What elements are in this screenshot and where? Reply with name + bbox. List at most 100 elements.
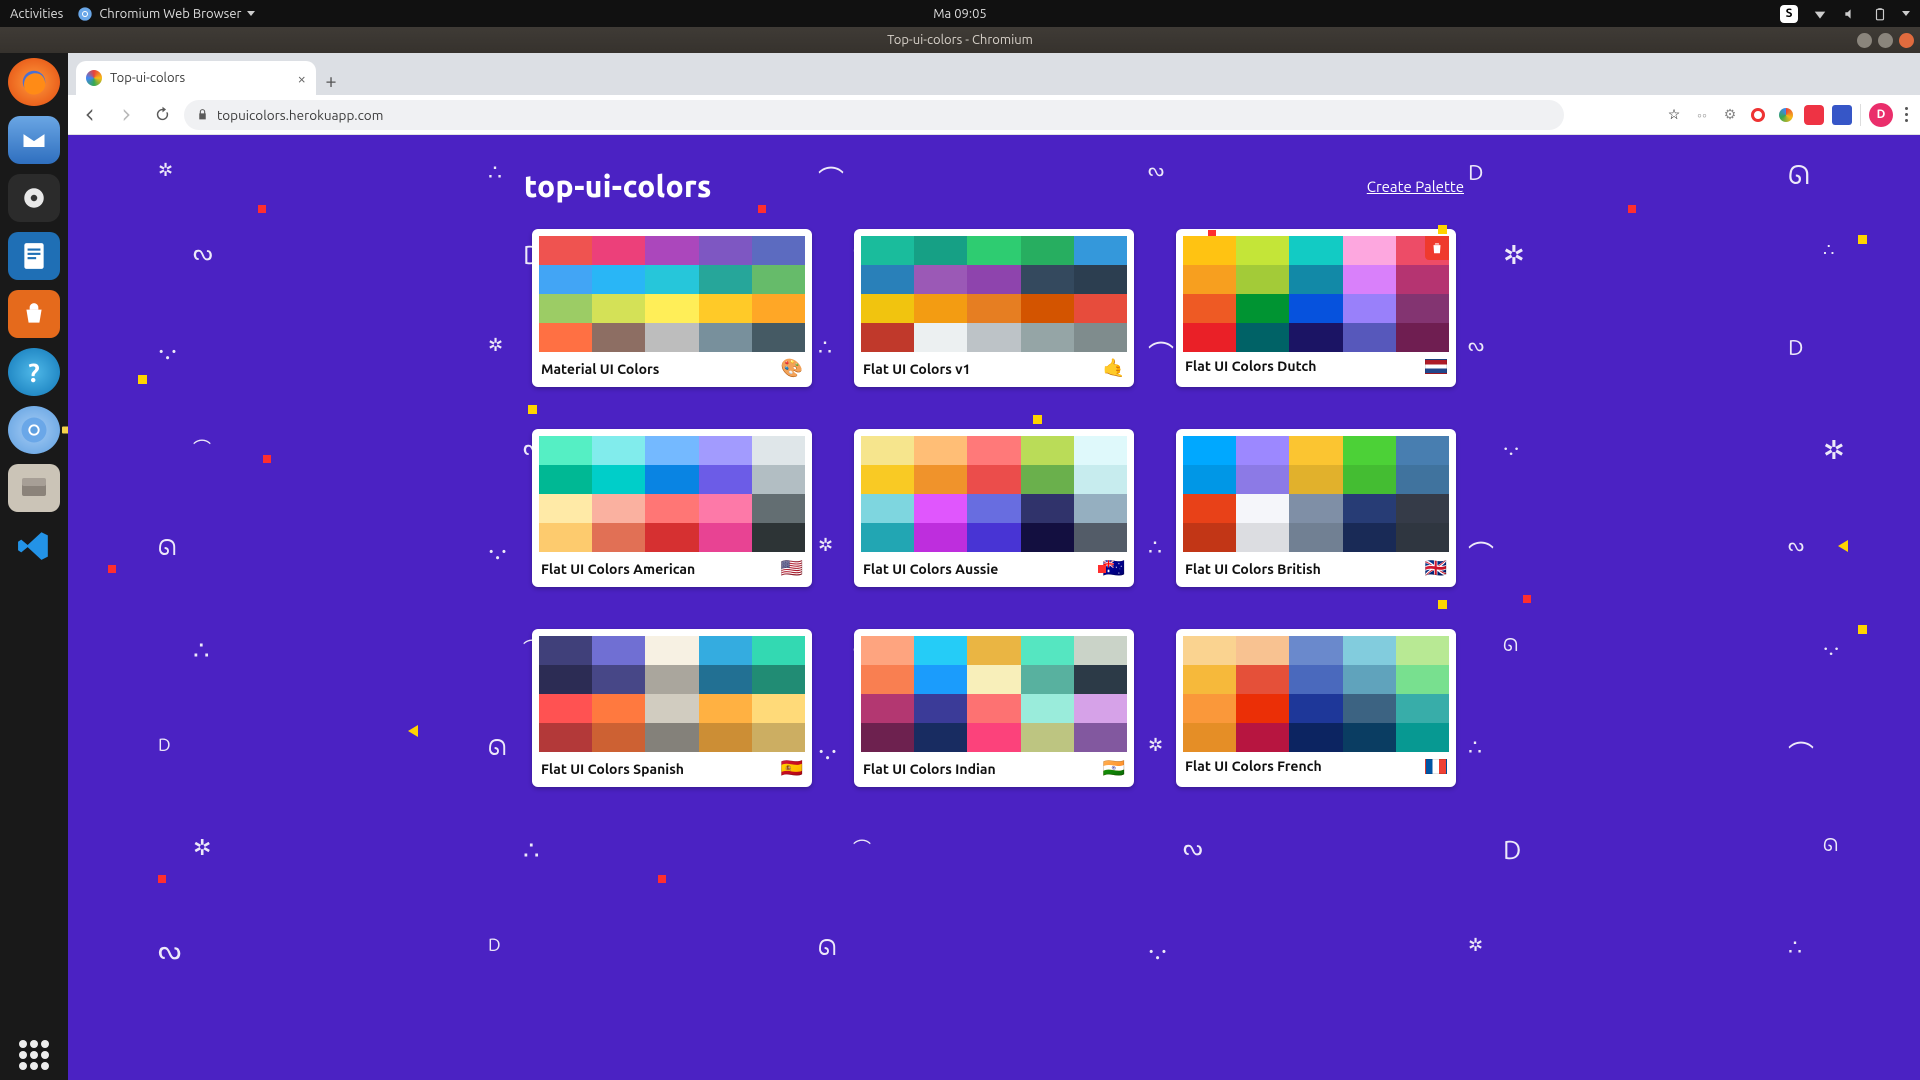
extension-settings-icon[interactable]: ⚙ xyxy=(1720,105,1740,125)
page-viewport: ✲∴⌒ᔓDᘏᔓDᘏ·.·✲∴·.·✲∴⌒ᔓD⌒ᔓDᘏ·.·✲ᘏ·.·✲∴⌒ᔓ∴⌒… xyxy=(68,135,1920,1080)
color-swatch xyxy=(1289,265,1342,294)
dock-firefox[interactable] xyxy=(8,58,60,106)
lock-icon xyxy=(196,108,209,121)
profile-avatar[interactable]: D xyxy=(1869,103,1893,127)
color-swatch xyxy=(1021,523,1074,552)
background-doodle: D xyxy=(158,735,171,755)
skype-indicator-icon[interactable]: S xyxy=(1780,5,1798,23)
palette-card[interactable]: Flat UI Colors British🇬🇧 xyxy=(1176,429,1456,587)
dock-chromium[interactable] xyxy=(8,406,60,454)
dock-libreoffice-writer[interactable] xyxy=(8,232,60,280)
clock[interactable]: Ma 09:05 xyxy=(933,7,986,21)
color-swatch xyxy=(1343,294,1396,323)
browser-menu-button[interactable] xyxy=(1901,103,1912,126)
color-swatch xyxy=(861,665,914,694)
address-bar[interactable]: topuicolors.herokuapp.com xyxy=(184,100,1564,130)
color-swatch xyxy=(699,436,752,465)
extension-icon[interactable]: ◦◦ xyxy=(1692,105,1712,125)
background-doodle: ✲ xyxy=(1503,240,1525,271)
color-swatch xyxy=(1289,323,1342,352)
dock-files[interactable] xyxy=(8,464,60,512)
new-tab-button[interactable]: + xyxy=(316,65,346,95)
color-swatch xyxy=(1396,494,1449,523)
color-swatch xyxy=(967,636,1020,665)
palette-card[interactable]: Flat UI Colors Aussie🇦🇺 xyxy=(854,429,1134,587)
show-applications-button[interactable] xyxy=(0,1040,68,1070)
delete-palette-button[interactable] xyxy=(1425,236,1449,260)
forward-button[interactable] xyxy=(112,101,140,129)
tab-title: Top-ui-colors xyxy=(110,71,185,85)
window-minimize-button[interactable] xyxy=(1857,33,1872,48)
palette-card[interactable]: Material UI Colors🎨 xyxy=(532,229,812,387)
extension-icon[interactable] xyxy=(1832,105,1852,125)
extension-icon[interactable] xyxy=(1748,105,1768,125)
back-button[interactable] xyxy=(76,101,104,129)
color-swatch xyxy=(1343,636,1396,665)
palette-card[interactable]: Flat UI Colors Dutch xyxy=(1176,229,1456,387)
palette-card[interactable]: Flat UI Colors French xyxy=(1176,629,1456,787)
background-doodle xyxy=(108,565,116,573)
background-doodle: ᘏ xyxy=(818,935,836,961)
background-doodle: ∴ xyxy=(488,160,502,186)
palette-card[interactable]: Flat UI Colors v1🤙 xyxy=(854,229,1134,387)
background-doodle: ✲ xyxy=(193,835,211,861)
dock-thunderbird[interactable] xyxy=(8,116,60,164)
color-swatch xyxy=(1396,265,1449,294)
tab-close-button[interactable]: × xyxy=(298,70,306,87)
url-text: topuicolors.herokuapp.com xyxy=(217,107,383,123)
color-swatch xyxy=(861,294,914,323)
color-swatch xyxy=(1289,236,1342,265)
palette-card[interactable]: Flat UI Colors Indian🇮🇳 xyxy=(854,629,1134,787)
extension-icon[interactable] xyxy=(1804,105,1824,125)
tab-active[interactable]: Top-ui-colors × xyxy=(76,61,316,95)
color-swatch xyxy=(914,323,967,352)
color-swatch xyxy=(914,465,967,494)
color-swatch xyxy=(1183,665,1236,694)
dock-vscode[interactable] xyxy=(8,522,60,570)
palette-flag-icon: 🇺🇸 xyxy=(781,558,803,579)
palette-swatches xyxy=(539,236,805,352)
palette-card[interactable]: Flat UI Colors American🇺🇸 xyxy=(532,429,812,587)
palette-swatches xyxy=(539,636,805,752)
color-swatch xyxy=(914,436,967,465)
dock-help[interactable]: ? xyxy=(8,348,60,396)
chevron-down-icon xyxy=(247,11,255,16)
color-swatch xyxy=(699,665,752,694)
reload-button[interactable] xyxy=(148,101,176,129)
active-app-menu[interactable]: Chromium Web Browser xyxy=(77,6,255,22)
color-swatch xyxy=(539,465,592,494)
page-title: top-ui-colors xyxy=(524,169,712,203)
palette-footer: Flat UI Colors American🇺🇸 xyxy=(539,552,805,585)
color-swatch xyxy=(1074,323,1127,352)
palette-name: Flat UI Colors British xyxy=(1185,561,1321,577)
palette-swatches xyxy=(1183,636,1449,752)
color-swatch xyxy=(967,723,1020,752)
bookmark-star-icon[interactable]: ☆ xyxy=(1664,105,1684,125)
extension-icon[interactable] xyxy=(1776,105,1796,125)
window-maximize-button[interactable] xyxy=(1878,33,1893,48)
dock-software[interactable] xyxy=(8,290,60,338)
background-doodle xyxy=(1628,205,1636,213)
color-swatch xyxy=(752,236,805,265)
dock-rhythmbox[interactable] xyxy=(8,174,60,222)
color-swatch xyxy=(1074,494,1127,523)
color-swatch xyxy=(1236,294,1289,323)
color-swatch xyxy=(645,723,698,752)
background-doodle: ·.· xyxy=(1503,435,1519,460)
activities-button[interactable]: Activities xyxy=(10,7,63,21)
color-swatch xyxy=(645,294,698,323)
window-title: Top-ui-colors - Chromium xyxy=(887,33,1033,47)
battery-icon xyxy=(1872,6,1888,22)
palette-flag-icon xyxy=(1425,759,1447,774)
color-swatch xyxy=(1343,665,1396,694)
color-swatch xyxy=(914,494,967,523)
color-swatch xyxy=(752,265,805,294)
window-close-button[interactable] xyxy=(1899,33,1914,48)
color-swatch xyxy=(967,523,1020,552)
color-swatch xyxy=(645,323,698,352)
system-tray[interactable]: S xyxy=(1780,5,1910,23)
color-swatch xyxy=(1074,436,1127,465)
create-palette-link[interactable]: Create Palette xyxy=(1367,178,1464,195)
palette-card[interactable]: Flat UI Colors Spanish🇪🇸 xyxy=(532,629,812,787)
palette-swatches xyxy=(861,636,1127,752)
